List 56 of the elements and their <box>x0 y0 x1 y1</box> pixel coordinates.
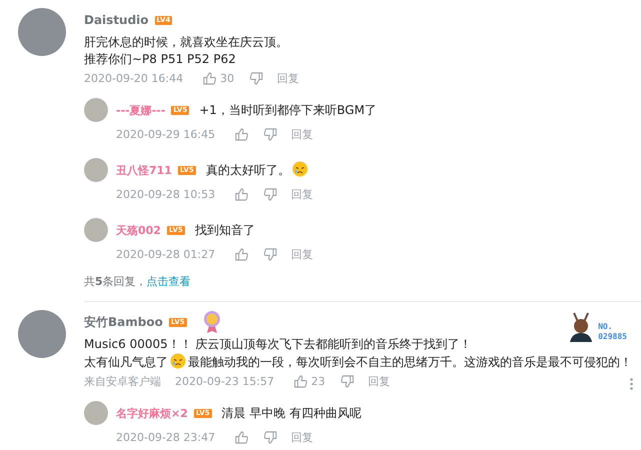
avatar[interactable] <box>84 401 108 425</box>
like-count: 23 <box>311 375 326 388</box>
username[interactable]: 天殇002 <box>116 222 161 238</box>
comment-text: Music6 00005！！ 庆云顶山顶每次飞下去都能听到的音乐终于找到了！ <box>84 337 472 351</box>
avatar[interactable] <box>84 98 108 122</box>
comment-text: 太有仙凡气息了 <box>84 355 168 369</box>
thumbs-up-icon[interactable] <box>235 248 248 261</box>
reply-link[interactable]: 回复 <box>291 430 314 445</box>
reply-link[interactable]: 回复 <box>291 247 314 262</box>
timestamp: 2020-09-28 10:53 <box>116 188 216 201</box>
avatar[interactable] <box>18 8 66 56</box>
comment-text: 最能触动我的一段，每次听到会不自主的思绪万千。这游戏的音乐是最不可侵犯的！ <box>188 355 632 369</box>
fan-badge-label: NO. <box>598 322 614 332</box>
timestamp: 2020-09-28 23:47 <box>116 431 216 444</box>
thumbs-down-icon[interactable] <box>264 128 278 141</box>
comment-text: 找到知音了 <box>194 222 255 236</box>
username[interactable]: 丑八怪711 <box>116 162 172 178</box>
timestamp: 2020-09-28 01:27 <box>116 248 216 261</box>
username[interactable]: 名字好麻烦×2 <box>116 406 188 420</box>
reply-link[interactable]: 回复 <box>291 187 314 202</box>
thumbs-up-icon[interactable] <box>235 431 248 444</box>
reply-link[interactable]: 回复 <box>277 71 300 86</box>
like-count: 30 <box>220 72 234 85</box>
reply-link[interactable]: 回复 <box>368 374 390 389</box>
reply-link[interactable]: 回复 <box>291 127 314 142</box>
timestamp: 2020-09-29 16:45 <box>116 128 216 141</box>
username[interactable]: Daistudio <box>84 13 149 27</box>
crying-emoji-icon <box>170 353 186 369</box>
avatar[interactable] <box>84 218 108 242</box>
source-label: 来自安卓客户端 <box>84 374 161 389</box>
timestamp: 2020-09-23 15:57 <box>175 375 274 388</box>
crying-emoji-icon <box>292 161 308 177</box>
comment-text: 肝完休息的时候，就喜欢坐在庆云顶。 <box>84 35 288 49</box>
more-options-icon[interactable] <box>630 378 633 390</box>
thumbs-down-icon[interactable] <box>264 248 278 261</box>
timestamp: 2020-09-20 16:44 <box>84 72 184 85</box>
reply-count: 共5条回复， <box>84 275 147 288</box>
username[interactable]: ---夏娜--- <box>116 102 166 118</box>
thumbs-up-icon[interactable] <box>235 128 248 141</box>
thumbs-down-icon[interactable] <box>341 375 354 388</box>
anime-character-drawing <box>568 312 594 342</box>
avatar[interactable] <box>18 310 66 358</box>
view-replies-link[interactable]: 点击查看 <box>146 275 191 288</box>
comment-text: 真的太好听了。 <box>206 163 290 177</box>
comment-text: +1，当时听到都停下来听BGM了 <box>199 102 377 116</box>
username[interactable]: 安竹Bamboo <box>84 314 163 330</box>
thumbs-up-icon[interactable] <box>203 72 216 85</box>
comment-text: 清晨 早中晚 有四种曲风呢 <box>222 406 362 420</box>
thumbs-down-icon[interactable] <box>264 431 278 444</box>
thumbs-down-icon[interactable] <box>264 188 278 201</box>
thumbs-down-icon[interactable] <box>250 72 264 85</box>
avatar[interactable] <box>84 158 108 182</box>
thumbs-up-icon[interactable] <box>294 375 308 388</box>
comment-text: 推荐你们~P8 P51 P52 P62 <box>84 52 236 66</box>
fan-badge-number: 029885 <box>598 332 627 342</box>
thumbs-up-icon[interactable] <box>235 188 248 201</box>
